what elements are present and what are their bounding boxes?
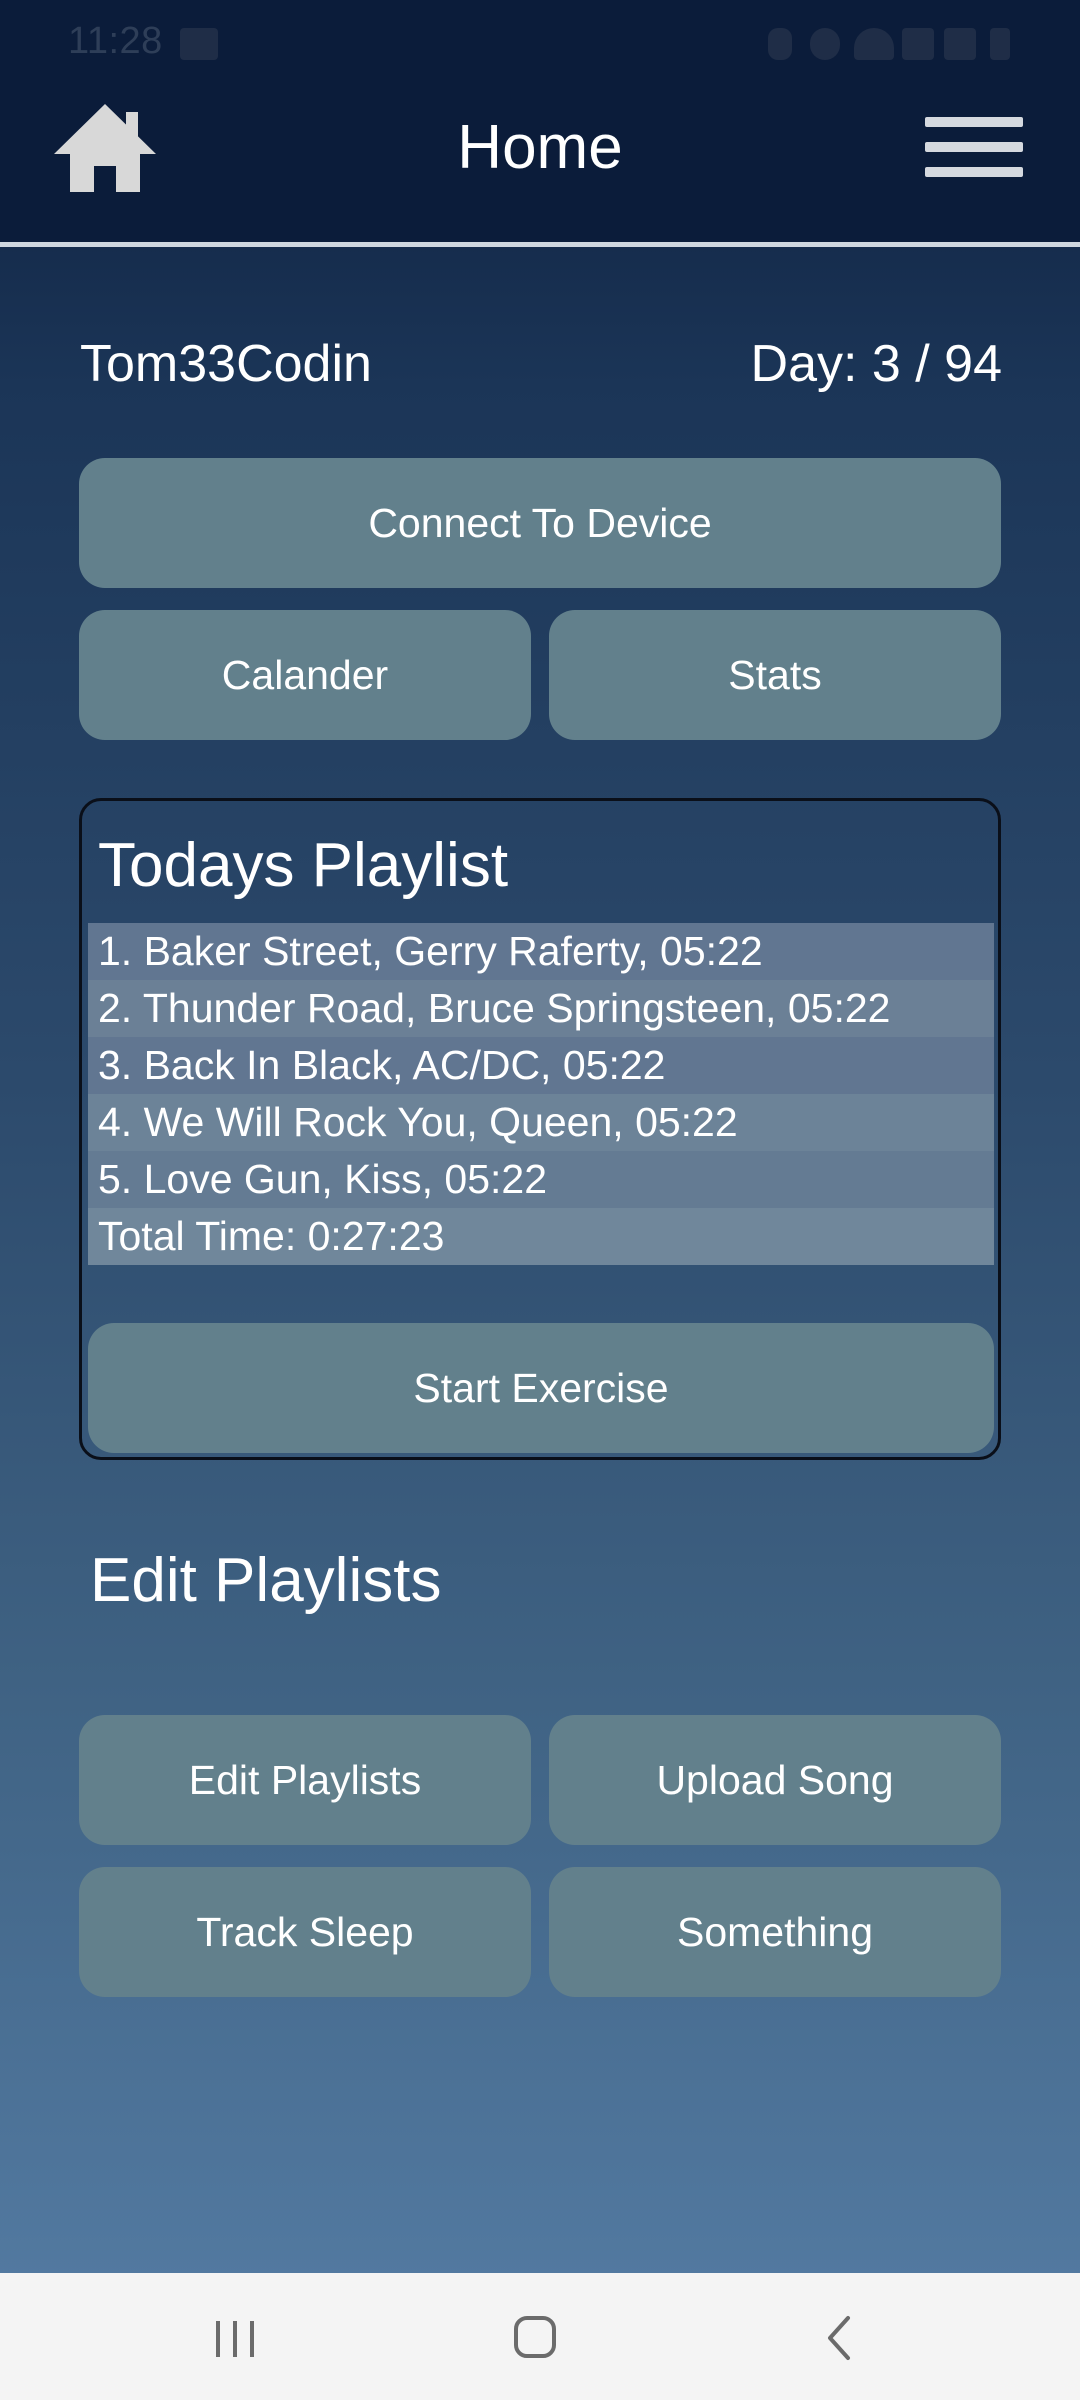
wifi-icon: [854, 28, 894, 60]
recent-apps-button[interactable]: [200, 2313, 270, 2363]
back-button[interactable]: [810, 2313, 870, 2363]
edit-playlists-heading: Edit Playlists: [90, 1546, 442, 1615]
track-item[interactable]: 5. Love Gun, Kiss, 05:22: [88, 1151, 994, 1208]
lock-icon: [768, 28, 792, 60]
home-nav-button[interactable]: [505, 2313, 565, 2363]
system-nav-bar: [0, 2273, 1080, 2400]
track-sleep-button[interactable]: Track Sleep: [79, 1867, 531, 1997]
track-item[interactable]: 1. Baker Street, Gerry Raferty, 05:22: [88, 923, 994, 980]
track-item[interactable]: 4. We Will Rock You, Queen, 05:22: [88, 1094, 994, 1151]
home-icon: [54, 104, 156, 192]
app-bar-divider: [0, 242, 1080, 247]
connect-device-button[interactable]: Connect To Device: [79, 458, 1001, 588]
battery-icon: [990, 28, 1010, 60]
username: Tom33Codin: [80, 335, 372, 393]
status-bar: 11:28: [0, 0, 1080, 85]
calander-button[interactable]: Calander: [79, 610, 531, 740]
edit-playlists-button[interactable]: Edit Playlists: [79, 1715, 531, 1845]
home-button[interactable]: [50, 100, 160, 196]
track-list: 1. Baker Street, Gerry Raferty, 05:22 2.…: [88, 923, 994, 1265]
playlist-title: Todays Playlist: [98, 831, 509, 900]
track-item[interactable]: 3. Back In Black, AC/DC, 05:22: [88, 1037, 994, 1094]
signal-icon-2: [944, 28, 976, 60]
alarm-icon: [810, 28, 840, 60]
notification-icon: [180, 28, 218, 60]
stats-button[interactable]: Stats: [549, 610, 1001, 740]
signal-icon: [902, 28, 934, 60]
status-time: 11:28: [68, 20, 163, 62]
upload-song-button[interactable]: Upload Song: [549, 1715, 1001, 1845]
track-item[interactable]: 2. Thunder Road, Bruce Springsteen, 05:2…: [88, 980, 994, 1037]
start-exercise-button[interactable]: Start Exercise: [88, 1323, 994, 1453]
something-button[interactable]: Something: [549, 1867, 1001, 1997]
back-chevron-icon: [828, 2316, 850, 2360]
menu-button[interactable]: [925, 112, 1023, 182]
recent-apps-icon: [216, 2321, 254, 2357]
day-counter: Day: 3 / 94: [750, 335, 1002, 393]
total-time: Total Time: 0:27:23: [88, 1208, 994, 1265]
home-circle-icon: [514, 2316, 556, 2358]
page-title: Home: [457, 113, 623, 182]
